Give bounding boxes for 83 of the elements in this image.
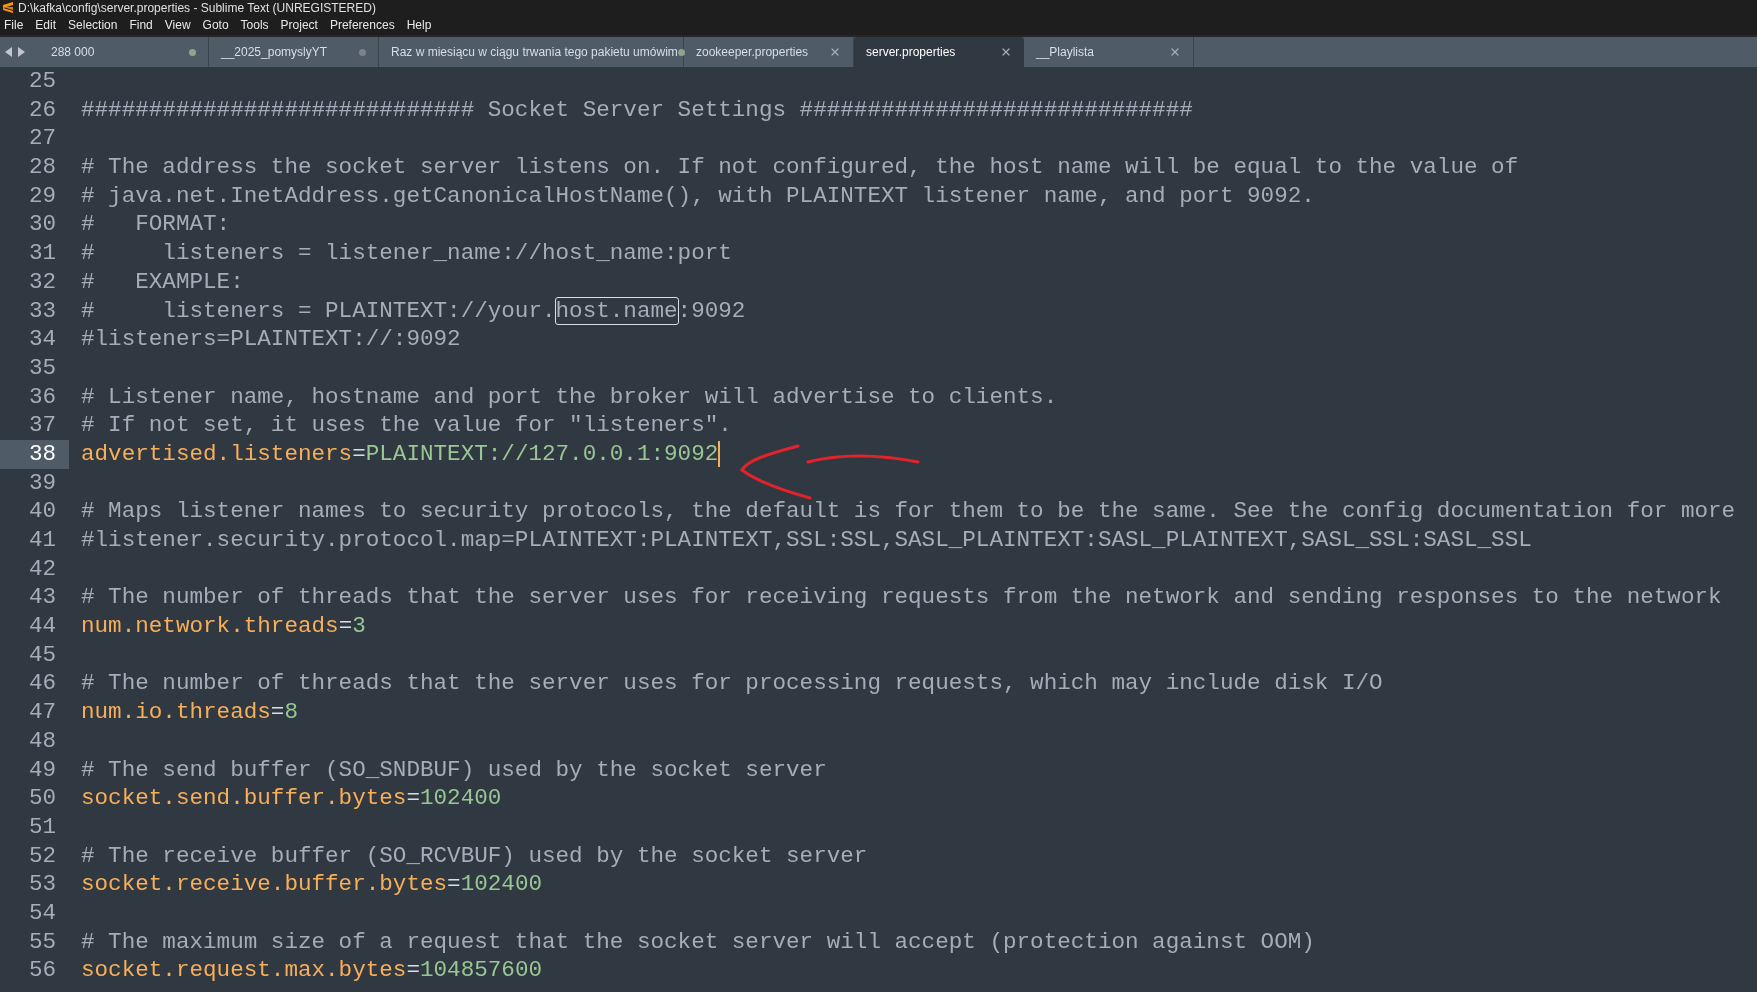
line-number: 32: [27, 267, 57, 297]
editor-tab[interactable]: 288 000: [39, 37, 209, 67]
code-line: # The address the socket server listens on. If not configured, the host name will be equal to the value of: [81, 154, 1519, 181]
line-number: 52: [27, 841, 57, 871]
code-line: # java.net.InetAddress.getCanonicalHostName(), with PLAINTEXT listener name, and port 9092.: [81, 182, 1315, 209]
code-line: # EXAMPLE:: [81, 268, 244, 295]
line-number: 53: [27, 870, 57, 899]
close-icon[interactable]: [1000, 46, 1012, 58]
code-line: #listeners=PLAINTEXT://:9092: [81, 326, 461, 353]
editor-tab[interactable]: __Playlista: [1024, 37, 1194, 67]
menu-item[interactable]: File: [2, 16, 30, 34]
menu-item[interactable]: Tools: [234, 16, 275, 34]
code-line: ############################# Socket Server Settings #############################: [81, 96, 1193, 123]
line-number: 37: [27, 411, 57, 440]
line-number: 36: [27, 382, 57, 412]
tab-label: __2025_pomyslyYT: [221, 44, 328, 61]
code-line: # Listener name, hostname and port the broker will advertise to clients.: [81, 383, 1058, 410]
code-line: # FORMAT:: [81, 211, 231, 238]
line-number: 43: [27, 583, 57, 613]
editor-tab[interactable]: Raz w miesiącu w ciągu trwania tego pakietu umówim: [379, 37, 684, 67]
tab-label: Raz w miesiącu w ciągu trwania tego pakietu umówim: [391, 44, 678, 61]
menu-item[interactable]: Preferences: [323, 16, 401, 34]
menu-item[interactable]: Help: [400, 16, 438, 34]
line-number: 46: [27, 669, 57, 699]
previous-tab-icon[interactable]: [5, 47, 13, 57]
code-line: num.io.threads=8: [81, 699, 298, 726]
close-icon[interactable]: [829, 46, 841, 58]
line-number: 47: [27, 698, 57, 727]
code-line: # If not set, it uses the value for "listeners".: [81, 412, 732, 439]
line-number: 34: [27, 325, 57, 354]
line-number: 31: [27, 239, 57, 268]
line-number: 26: [27, 95, 57, 125]
code-line: # listeners = PLAINTEXT://your.host.name:9092: [81, 297, 746, 324]
code-line: # The number of threads that the server uses for processing requests, which may include disk I/O: [81, 670, 1383, 697]
line-number: 50: [27, 784, 57, 813]
line-number: 56: [27, 956, 57, 985]
line-number: 41: [27, 526, 57, 555]
tab-label: zookeeper.properties: [696, 44, 809, 61]
line-number: 55: [27, 927, 57, 957]
tab-label: server.properties: [866, 44, 956, 61]
menu-item[interactable]: Project: [274, 16, 324, 34]
line-number: 42: [27, 554, 57, 584]
code-line: # listeners = listener_name://host_name:port: [81, 240, 732, 267]
code-line: # The send buffer (SO_SNDBUF) used by the socket server: [81, 756, 827, 783]
line-number: 39: [27, 468, 57, 498]
menu-item[interactable]: Goto: [196, 16, 235, 34]
menu-item[interactable]: Find: [123, 16, 159, 34]
line-number: 51: [27, 812, 57, 842]
code-line: # The number of threads that the server uses for receiving requests from the network and sending responses to the network: [81, 584, 1722, 611]
editor-tab[interactable]: __2025_pomyslyYT: [209, 37, 379, 67]
line-number: 25: [27, 67, 57, 96]
tab-label: 288 000: [51, 44, 95, 61]
line-number: 29: [27, 181, 57, 211]
code-line: socket.receive.buffer.bytes=102400: [81, 871, 542, 898]
line-number: 44: [27, 612, 57, 641]
line-number: 35: [27, 353, 57, 383]
code-line: # The receive buffer (SO_RCVBUF) used by the socket server: [81, 842, 868, 869]
window-title: D:\kafka\config\server.properties - Sublime Text (UNREGISTERED): [18, 1, 376, 14]
line-number: 30: [27, 210, 57, 240]
close-icon[interactable]: [1169, 46, 1181, 58]
code-line: # The maximum size of a request that the socket server will accept (protection against OOM): [81, 928, 1315, 955]
editor-tab[interactable]: server.properties: [854, 37, 1024, 67]
next-tab-icon[interactable]: [17, 47, 25, 57]
line-number: 33: [27, 296, 57, 326]
code-line: socket.request.max.bytes=104857600: [81, 957, 542, 984]
line-number: 48: [27, 726, 57, 756]
menu-item[interactable]: View: [158, 16, 197, 34]
line-number: 28: [27, 153, 57, 182]
menu-item[interactable]: Selection: [62, 16, 124, 34]
line-number: 40: [27, 497, 57, 526]
line-number: 27: [27, 124, 57, 154]
code-line: socket.send.buffer.bytes=102400: [81, 785, 502, 812]
code-line: # Maps listener names to security protocols, the default is for them to be the same. See the config documentation for more: [81, 498, 1736, 525]
code-line: advertised.listeners=PLAINTEXT://127.0.0.1:9092: [81, 440, 721, 467]
menu-item[interactable]: Edit: [29, 16, 63, 34]
line-number: 49: [27, 755, 57, 785]
code-line: num.network.threads=3: [81, 613, 366, 640]
code-line: #listener.security.protocol.map=PLAINTEXT:PLAINTEXT,SSL:SSL,SASL_PLAINTEXT:SASL_PLAINTEXT,SASL_SSL:SASL_SSL: [81, 527, 1532, 553]
line-number: 38: [0, 439, 69, 469]
app-logo-icon: [2, 1, 14, 14]
line-number: 54: [27, 898, 57, 928]
tab-label: __Playlista: [1036, 44, 1095, 61]
line-number: 45: [27, 640, 57, 670]
